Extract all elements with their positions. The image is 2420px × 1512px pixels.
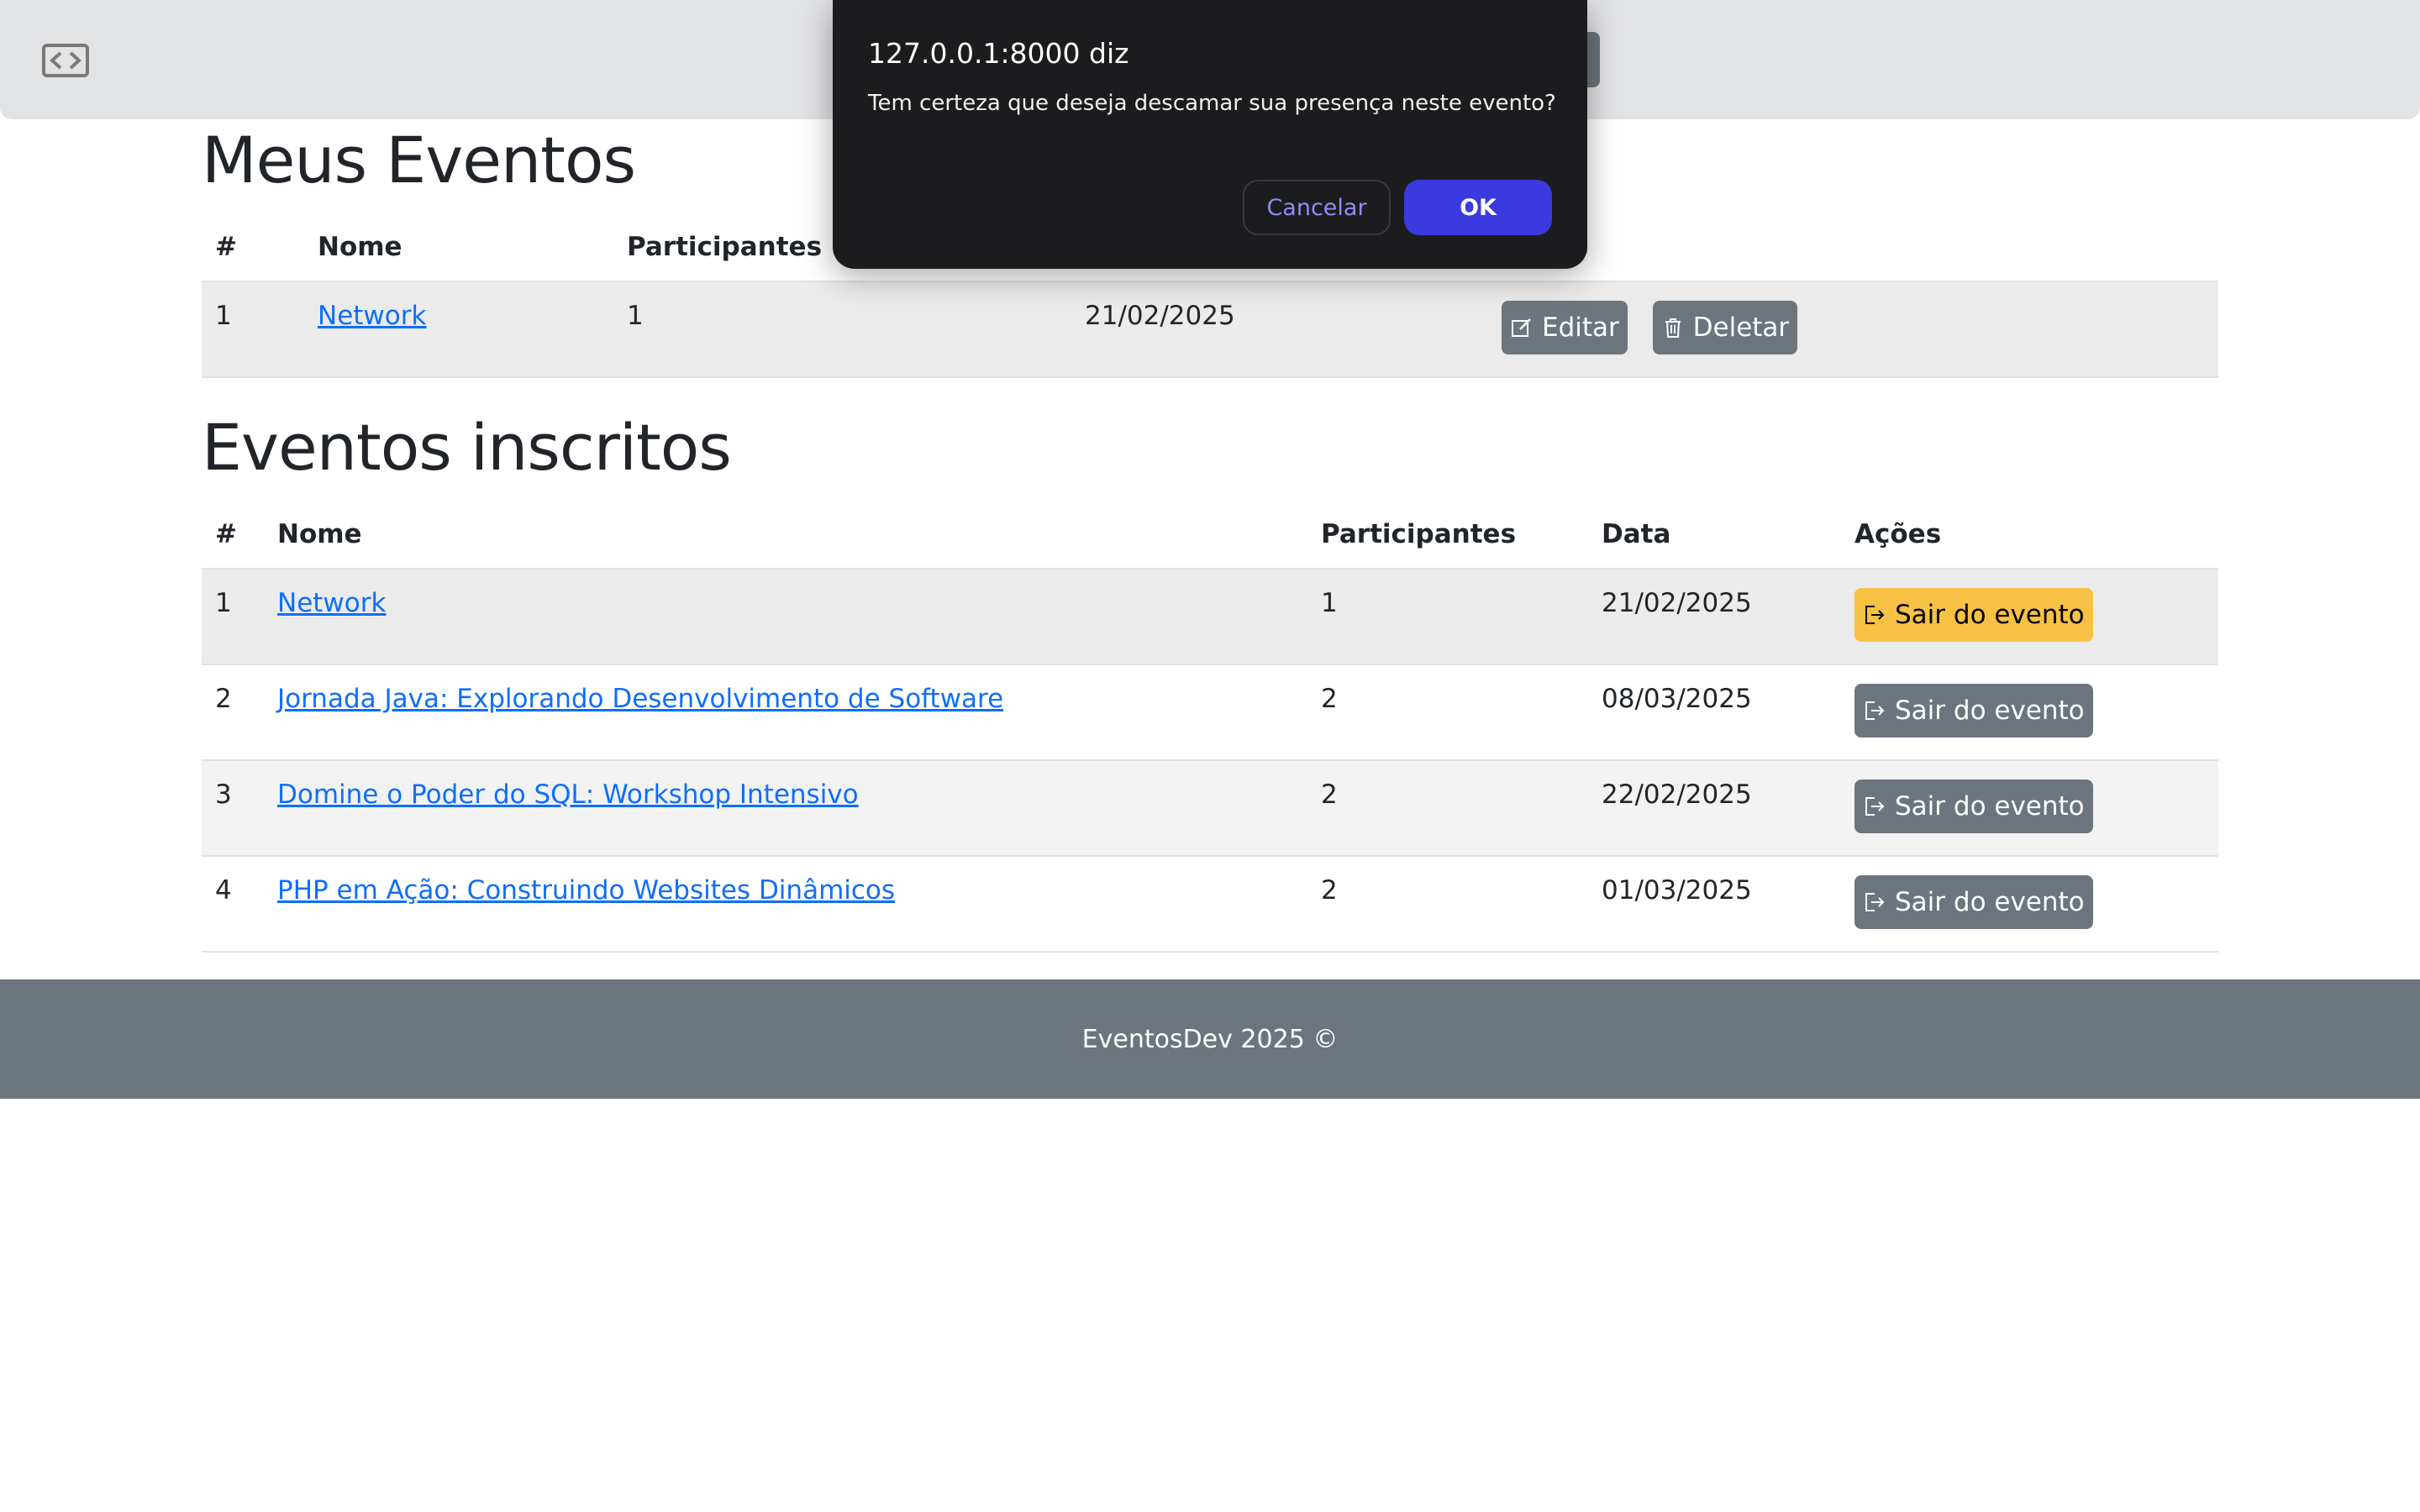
leave-event-label: Sair do evento bbox=[1895, 696, 2085, 726]
table-row: 2 Jornada Java: Explorando Desenvolvimen… bbox=[202, 664, 2218, 761]
confirm-dialog: 127.0.0.1:8000 diz Tem certeza que desej… bbox=[833, 0, 1587, 269]
row-actions: Sair do evento bbox=[1841, 664, 2218, 761]
leave-event-button[interactable]: Sair do evento bbox=[1854, 588, 2093, 642]
exit-icon bbox=[1865, 797, 1885, 816]
row-name-cell: Network bbox=[304, 281, 613, 378]
ok-button[interactable]: OK bbox=[1404, 180, 1552, 235]
dialog-message: Tem certeza que deseja descamar sua pres… bbox=[868, 91, 1556, 116]
table-row: 3 Domine o Poder do SQL: Workshop Intens… bbox=[202, 760, 2218, 857]
leave-event-label: Sair do evento bbox=[1895, 791, 2085, 822]
exit-icon bbox=[1865, 701, 1885, 720]
leave-event-label: Sair do evento bbox=[1895, 600, 2085, 630]
trash-icon bbox=[1665, 318, 1681, 338]
eventos-inscritos-title: Eventos inscritos bbox=[202, 410, 732, 485]
delete-button-label: Deletar bbox=[1692, 312, 1790, 343]
column-header-number: # bbox=[202, 500, 264, 570]
column-header-number: # bbox=[202, 213, 304, 282]
row-actions: Sair do evento bbox=[1841, 760, 2218, 857]
row-number: 3 bbox=[202, 760, 264, 857]
event-link[interactable]: PHP em Ação: Construindo Websites Dinâmi… bbox=[277, 875, 895, 906]
column-header-data: Data bbox=[1588, 500, 1841, 570]
row-actions: Sair do evento bbox=[1841, 569, 2218, 665]
leave-event-button[interactable]: Sair do evento bbox=[1854, 780, 2093, 833]
row-name-cell: Network bbox=[264, 569, 1307, 665]
dialog-title: 127.0.0.1:8000 diz bbox=[868, 37, 1129, 70]
row-name-cell: Jornada Java: Explorando Desenvolvimento… bbox=[264, 664, 1307, 761]
column-header-acoes: Ações bbox=[1841, 500, 2218, 570]
leave-event-button[interactable]: Sair do evento bbox=[1854, 684, 2093, 738]
meus-eventos-title: Meus Eventos bbox=[202, 123, 636, 197]
row-number: 1 bbox=[202, 569, 264, 665]
row-data: 01/03/2025 bbox=[1588, 856, 1841, 953]
code-brackets-icon[interactable] bbox=[42, 44, 89, 77]
row-number: 2 bbox=[202, 664, 264, 761]
row-actions: Sair do evento bbox=[1841, 856, 2218, 953]
leave-event-button[interactable]: Sair do evento bbox=[1854, 875, 2093, 929]
row-data: 21/02/2025 bbox=[1071, 281, 1488, 378]
event-link[interactable]: Jornada Java: Explorando Desenvolvimento… bbox=[277, 684, 1003, 714]
footer-text: EventosDev 2025 © bbox=[1081, 1024, 1339, 1054]
delete-button[interactable]: Deletar bbox=[1652, 301, 1798, 354]
row-participantes: 1 bbox=[613, 281, 1071, 378]
row-name-cell: PHP em Ação: Construindo Websites Dinâmi… bbox=[264, 856, 1307, 953]
row-data: 08/03/2025 bbox=[1588, 664, 1841, 761]
table-row: 1 Network 1 21/02/2025 Sair do evento bbox=[202, 569, 2218, 665]
row-participantes: 2 bbox=[1307, 760, 1588, 857]
row-data: 21/02/2025 bbox=[1588, 569, 1841, 665]
row-number: 4 bbox=[202, 856, 264, 953]
edit-button[interactable]: Editar bbox=[1502, 301, 1628, 354]
table-row: 1 Network 1 21/02/2025 Editar Deletar bbox=[202, 281, 2218, 378]
row-participantes: 1 bbox=[1307, 569, 1588, 665]
row-participantes: 2 bbox=[1307, 664, 1588, 761]
exit-icon bbox=[1865, 606, 1885, 624]
event-link[interactable]: Domine o Poder do SQL: Workshop Intensiv… bbox=[277, 780, 859, 810]
event-link[interactable]: Network bbox=[318, 301, 426, 331]
column-header-nome: Nome bbox=[304, 213, 613, 282]
column-header-participantes: Participantes bbox=[1307, 500, 1588, 570]
edit-icon bbox=[1512, 318, 1531, 337]
table-row: 4 PHP em Ação: Construindo Websites Dinâ… bbox=[202, 856, 2218, 953]
edit-button-label: Editar bbox=[1542, 312, 1619, 343]
row-actions: Editar Deletar bbox=[1488, 281, 2218, 378]
eventos-inscritos-table: # Nome Participantes Data Ações 1 Networ… bbox=[202, 500, 2218, 953]
exit-icon bbox=[1865, 893, 1885, 911]
row-name-cell: Domine o Poder do SQL: Workshop Intensiv… bbox=[264, 760, 1307, 857]
row-number: 1 bbox=[202, 281, 304, 378]
row-data: 22/02/2025 bbox=[1588, 760, 1841, 857]
row-participantes: 2 bbox=[1307, 856, 1588, 953]
footer: EventosDev 2025 © bbox=[0, 979, 2420, 1099]
leave-event-label: Sair do evento bbox=[1895, 887, 2085, 917]
event-link[interactable]: Network bbox=[277, 588, 386, 618]
column-header-nome: Nome bbox=[264, 500, 1307, 570]
cancel-button[interactable]: Cancelar bbox=[1243, 180, 1391, 235]
column-header-acoes: Ações bbox=[1488, 213, 2218, 282]
